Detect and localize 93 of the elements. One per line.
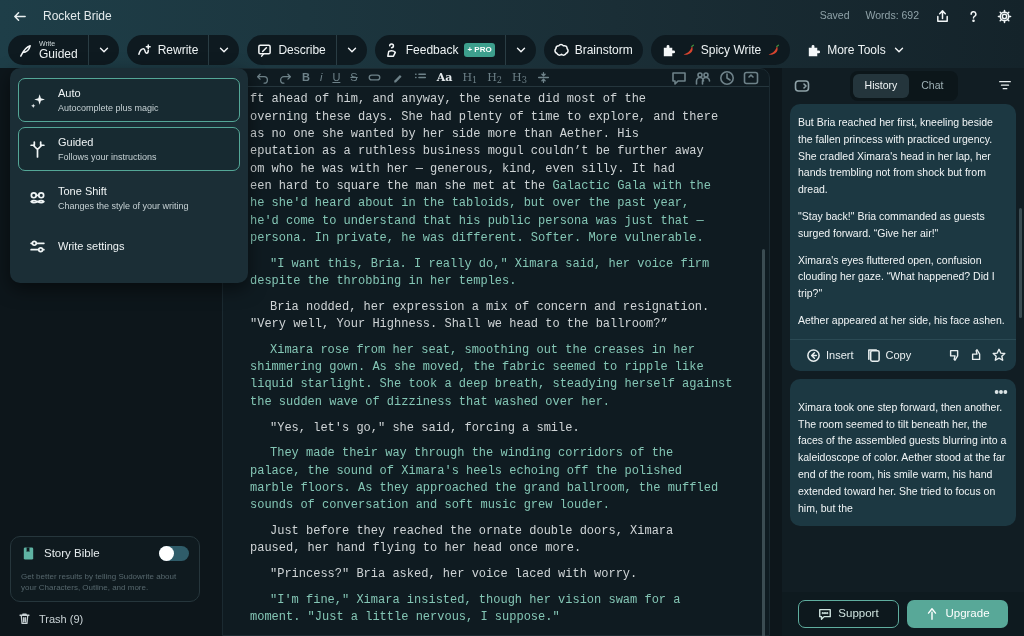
insert-button[interactable]: Insert (800, 347, 860, 364)
tool-button[interactable]: Spicy Write (650, 35, 791, 65)
split-arrow-icon (29, 140, 46, 158)
copy-button[interactable]: Copy (859, 347, 918, 364)
history-text: Ximara took one step forward, then another. The room seemed to tilt beneath her, the faces of the assembled guests blurring into a kaleidoscope of color. Aether stood at the far end of the room, his smile warm, his hand extended toward her. She tried to focus on him, but the (798, 399, 1008, 516)
divider-icon[interactable] (536, 71, 550, 85)
settings-button[interactable] (997, 8, 1012, 24)
story-text: paused, her hand flying to her head once more. (250, 541, 582, 556)
story-text: ft ahead of him, and anyway, the senate did most of the (250, 92, 647, 107)
story-text: Just before they reached the ornate double doors, Ximara (270, 524, 674, 538)
copy-icon (865, 347, 881, 363)
history-icon[interactable] (719, 69, 735, 86)
story-text: een hard to square the man she met at the (250, 178, 547, 193)
chili-icon (681, 43, 695, 57)
format-button[interactable]: i (314, 72, 328, 84)
history-text: "Stay back!" Bria commanded as guests surged forward. “Give her air!" (798, 209, 986, 241)
tool-button[interactable]: Brainstorm (543, 35, 643, 65)
story-text: marble floors. As they approached the grand ballroom, the muffled (250, 480, 719, 495)
word-count: Words: 692 (865, 8, 919, 24)
story-text: shimmering gown. As she moved, the fabric seemed to ripple like (250, 360, 704, 375)
story-text: "Princess?" Bria asked, her voice laced with worry. (270, 567, 638, 582)
puzzle-icon (806, 42, 822, 58)
story-text: palace, the sound of Ximara's heels echoing off the polished (250, 463, 683, 478)
more-tools-button[interactable]: More Tools (798, 41, 914, 59)
format-button[interactable]: Aa (431, 72, 458, 84)
chat-icon (818, 607, 833, 621)
format-button[interactable]: B (297, 72, 315, 84)
story-text: sounds of conversation and soft music grew louder. (250, 498, 611, 513)
arrow-circle-icon (806, 347, 821, 363)
panel-icon (794, 78, 810, 94)
redo-icon[interactable] (279, 71, 292, 85)
story-text: eputation as a ruthless business mogul couldn’t be further away (250, 144, 704, 159)
screen-icon[interactable] (743, 69, 759, 86)
story-text: as no one she wanted by her side more than Aether. His (250, 127, 639, 142)
story-text: liquid starlight. She took a deep breath, steadying herself against (250, 377, 733, 392)
format-button[interactable]: U (327, 72, 346, 84)
story-text: persona. In private, he was different. Softer. More vulnerable. (250, 230, 704, 245)
document-title: Rocket Bride (43, 8, 112, 25)
book-icon (21, 546, 36, 562)
pro-badge: + PRO (464, 43, 495, 57)
story-text: They made their way through the winding corridors of the (270, 446, 674, 461)
collapse-panel-button[interactable] (794, 78, 810, 94)
story-text: Ximara rose from her seat, smoothing out the creases in her (270, 342, 695, 357)
save-status: Saved (819, 8, 850, 24)
format-button[interactable]: H$_{1}$ (457, 72, 483, 84)
history-text: Ximara's eyes fluttered open, confusion clouding her gaze. “What happened? Did I trip?" (798, 252, 996, 302)
people-icon[interactable] (695, 69, 711, 86)
share-button[interactable] (935, 8, 950, 24)
story-text: he'd come to understand that his public persona was just that — (250, 213, 704, 228)
story-bible-description: Get better results by telling Sudowrite about your Characters, Outline, and more. (21, 570, 178, 593)
menu-item[interactable]: Write settings (18, 225, 240, 268)
story-text: "Very well, Your Highness. Shall we head to the ballroom?” (250, 317, 668, 332)
sliders-icon (29, 238, 46, 255)
history-text: Aether appeared at her side, his face ashen. (798, 312, 1006, 328)
panel-tab[interactable]: History (852, 74, 910, 98)
story-text: "I'm fine," Ximara insisted, though her vision swam for a (270, 592, 681, 607)
story-text: "Yes, let's go," she said, forcing a smile. (270, 420, 580, 435)
story-text: he she'd heard about in the tabloids, but over the past year, (250, 196, 690, 211)
menu-item[interactable]: Tone Shift Changes the style of your writing (18, 176, 240, 220)
share-icon (935, 8, 950, 24)
trash-icon (18, 612, 31, 626)
story-bible-title: Story Bible (44, 546, 100, 562)
history-text: But Bria reached her first, kneeling beside the fallen princess with practiced urgency. She cradled Ximara's head in her lap, her hands trembling not from shock but from dread. (798, 115, 994, 198)
quill-icon (18, 42, 33, 58)
story-text: moment. "Just a little nervous, I suppose." (250, 610, 560, 625)
format-button[interactable]: H$_{2}$ (482, 72, 508, 84)
menu-item[interactable]: Guided Follows your instructions (18, 127, 240, 171)
menu-item[interactable]: Auto Autocomplete plus magic (18, 78, 240, 122)
scrollbar[interactable] (1019, 208, 1022, 318)
comment-icon[interactable] (671, 69, 687, 86)
story-text: "I want this, Bria. I really do," Ximara said, her voice firm (270, 256, 710, 271)
story-text: om who he was with her — generous, kind, even silly. It had (250, 161, 675, 176)
story-text: overning these days. She had plenty of time to explore, and there (250, 109, 719, 124)
format-button[interactable]: S (345, 72, 363, 84)
tool-button[interactable]: Feedback + PRO (374, 35, 505, 65)
trash-link[interactable]: Trash (9) (14, 609, 200, 628)
glasses-mustache-icon (29, 189, 46, 207)
scrollbar[interactable] (762, 249, 765, 636)
star-icon[interactable] (992, 348, 1006, 363)
story-text: despite the throbbing in her temples. (250, 273, 517, 288)
undo-icon[interactable] (256, 71, 269, 85)
panel-tab[interactable]: Chat (909, 74, 956, 98)
sparkle-pen-icon (136, 42, 152, 58)
tool-button[interactable]: Rewrite (126, 35, 209, 65)
tool-button[interactable]: Describe (247, 35, 336, 65)
story-text: the sudden wave of dizziness that washed over her. (250, 394, 611, 409)
story-text: Galactic Gala with the (552, 178, 711, 193)
format-button[interactable]: H$_{3}$ (507, 72, 532, 84)
support-button[interactable]: Support (798, 600, 899, 628)
chili-icon (767, 43, 781, 57)
settings-icon (997, 8, 1012, 24)
story-text: Bria nodded, her expression a mix of concern and resignation. (270, 299, 710, 314)
toggle-switch[interactable] (159, 546, 189, 562)
